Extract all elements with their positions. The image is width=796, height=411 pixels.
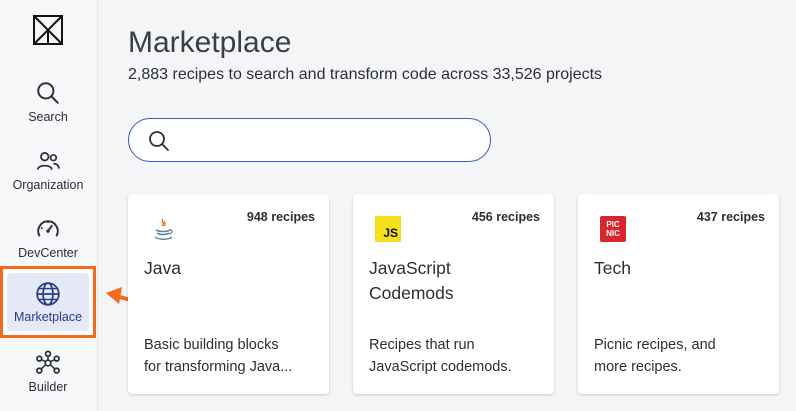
recipe-card-tech[interactable]: PIC NIC 437 recipes Tech Picnic recipes,… [578,194,779,394]
recipe-count: 948 recipes [246,210,315,224]
people-icon [36,152,60,170]
sidebar-item-label: Builder [28,380,68,394]
sidebar: Search Organization DevCenter Marketplac… [0,0,98,411]
card-description: Basic building blocks for transforming J… [144,334,319,378]
page-subtitle: 2,883 recipes to search and transform co… [128,66,603,83]
gauge-icon [37,220,59,237]
recipe-card-java[interactable]: 948 recipes Java Basic building blocks f… [128,194,329,394]
sidebar-item-label: DevCenter [18,246,78,260]
card-description-line: Picnic recipes, and [594,337,716,353]
picnic-icon-text: NIC [606,229,620,238]
picnic-icon: PIC NIC [600,216,626,242]
card-title: Java [144,256,319,281]
java-icon [154,218,173,240]
sidebar-item-marketplace[interactable]: Marketplace [7,273,89,331]
logo-icon [33,15,63,45]
highlight-box: Marketplace [0,266,96,338]
card-title-text: Tech [594,258,631,278]
page-title: Marketplace [128,26,292,59]
javascript-icon-text: JS [383,226,398,240]
card-description-line: Recipes that run [369,337,475,353]
recipe-count: 456 recipes [471,210,540,224]
picnic-icon-text: PIC [606,220,620,229]
javascript-icon: JS [375,216,401,242]
search-input[interactable] [181,127,471,153]
sidebar-item-devcenter[interactable]: DevCenter [0,216,96,260]
card-title: JavaScript Codemods [369,256,544,306]
search-box [128,118,491,162]
card-description-line: JavaScript codemods. [369,359,512,375]
globe-icon [36,281,60,306]
card-description-line: more recipes. [594,359,682,375]
card-description: Recipes that run JavaScript codemods. [369,334,544,378]
search-icon [149,131,169,151]
recipe-card-javascript-codemods[interactable]: JS 456 recipes JavaScript Codemods Recip… [353,194,554,394]
nodes-icon [36,350,60,374]
sidebar-item-label: Organization [12,178,84,192]
card-title-text: Java [144,258,181,278]
card-title: Tech [594,256,769,281]
sidebar-item-organization[interactable]: Organization [0,148,96,192]
card-title-text: JavaScript [369,258,451,278]
card-description-line: Basic building blocks [144,337,279,353]
sidebar-item-builder[interactable]: Builder [0,350,96,394]
sidebar-item-label: Marketplace [13,309,83,324]
card-description-line: for transforming Java... [144,359,293,375]
card-title-text: Codemods [369,283,454,303]
card-description: Picnic recipes, and more recipes. [594,334,769,378]
sidebar-item-search[interactable]: Search [0,80,96,124]
app-window: Search Organization DevCenter Marketplac… [0,0,796,411]
search-icon [37,82,59,104]
sidebar-item-label: Search [28,110,68,124]
recipe-count: 437 recipes [696,210,765,224]
